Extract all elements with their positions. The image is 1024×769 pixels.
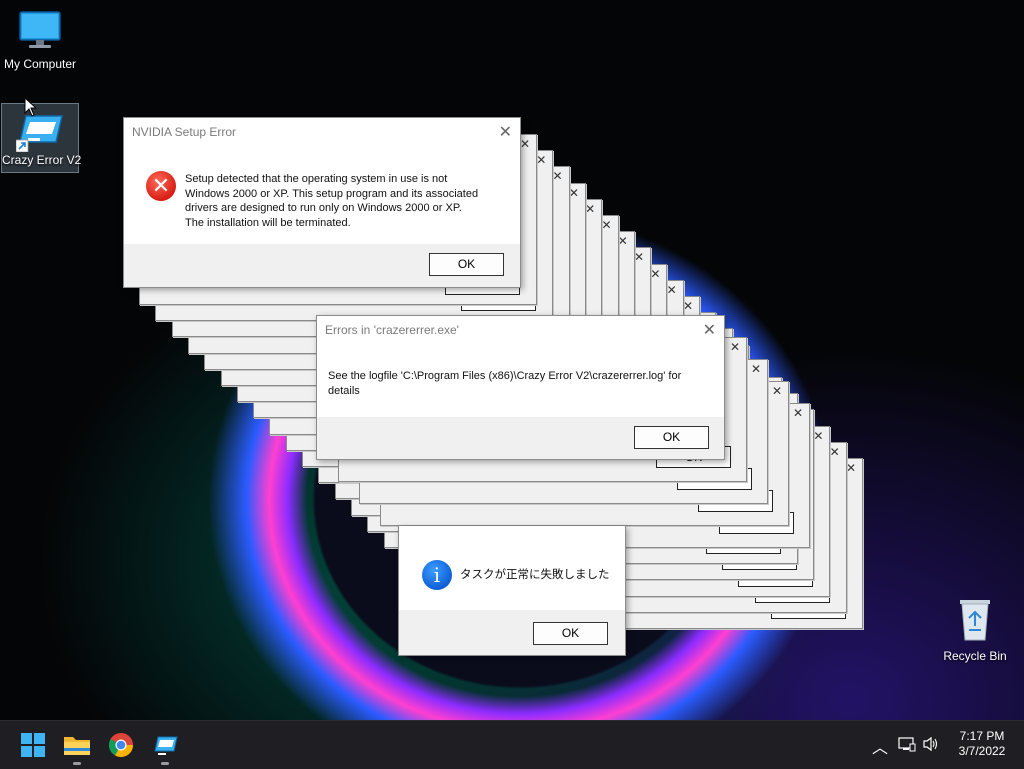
close-button[interactable]: ✕: [585, 202, 595, 216]
close-button[interactable]: ✕: [830, 445, 840, 459]
clock[interactable]: 7:17 PM 3/7/2022: [952, 729, 1012, 759]
desktop-icon-my-computer[interactable]: My Computer: [2, 10, 78, 71]
close-button[interactable]: ✕: [634, 250, 644, 264]
desktop-wallpaper: My Computer Crazy Error V2 Recycle Bin ✕…: [0, 0, 1024, 720]
dialog-message: See the logfile 'C:\Program Files (x86)\…: [328, 369, 713, 398]
dialog-title: NVIDIA Setup Error: [132, 125, 237, 139]
message-line: Setup detected that the operating system…: [185, 173, 448, 185]
desktop-icon-label: Crazy Error V2: [2, 153, 82, 167]
dialog-titlebar[interactable]: Errors in 'crazererrer.exe' ✕: [317, 316, 724, 344]
dialog-body: ✕ Setup detected that the operating syst…: [124, 146, 520, 244]
dialog-message: Setup detected that the operating system…: [185, 172, 478, 230]
app-window-icon: [15, 115, 63, 153]
desktop-icon-recycle-bin[interactable]: Recycle Bin: [937, 596, 1013, 663]
close-button[interactable]: ✕: [499, 122, 512, 142]
file-explorer-button[interactable]: [61, 729, 93, 765]
close-button[interactable]: ✕: [553, 169, 563, 183]
task-failed-dialog[interactable]: i タスクが正常に失敗しました OK: [398, 526, 626, 656]
crazererrer-error-dialog[interactable]: Errors in 'crazererrer.exe' ✕ See the lo…: [316, 315, 725, 460]
error-icon: ✕: [146, 171, 176, 201]
message-line: details: [328, 384, 360, 397]
start-button[interactable]: [17, 729, 49, 761]
info-icon: i: [422, 560, 452, 590]
desktop-icon-label: My Computer: [3, 57, 77, 71]
taskbar: ︿ 7:17 PM 3/7/2022: [0, 720, 1024, 769]
dialog-footer: OK: [317, 417, 724, 458]
dialog-footer: OK: [124, 244, 520, 287]
network-icon[interactable]: [898, 736, 916, 752]
close-button[interactable]: ✕: [650, 267, 660, 281]
chrome-icon: [108, 733, 133, 758]
close-button[interactable]: ✕: [683, 299, 693, 313]
crazy-error-taskbar-button[interactable]: [149, 729, 181, 765]
nvidia-setup-error-dialog[interactable]: NVIDIA Setup Error ✕ ✕ Setup detected th…: [123, 117, 521, 288]
app-window-icon: [154, 736, 178, 755]
recycle-bin-icon: [960, 600, 990, 641]
running-indicator: [161, 762, 169, 765]
close-button[interactable]: ✕: [772, 384, 782, 398]
clock-date: 3/7/2022: [958, 744, 1006, 758]
message-line: The installation will be terminated.: [185, 216, 351, 229]
close-button[interactable]: ✕: [667, 283, 677, 297]
close-button[interactable]: ✕: [846, 461, 856, 475]
ok-button[interactable]: OK: [533, 622, 608, 645]
close-button[interactable]: ✕: [536, 153, 546, 167]
message-line: Windows 2000 or XP. This setup program a…: [185, 187, 479, 200]
ok-button[interactable]: OK: [634, 426, 709, 449]
monitor-icon: [19, 11, 61, 48]
dialog-title: Errors in 'crazererrer.exe': [325, 323, 459, 337]
dialog-message: タスクが正常に失敗しました: [460, 569, 610, 581]
close-button[interactable]: ✕: [813, 429, 823, 443]
ok-button[interactable]: OK: [429, 253, 504, 276]
windows-logo-icon: [21, 733, 45, 757]
mouse-cursor-icon: [24, 97, 38, 117]
chrome-button[interactable]: [105, 729, 137, 761]
close-button[interactable]: ✕: [569, 186, 579, 200]
desktop-icon-crazy-error[interactable]: Crazy Error V2: [1, 103, 82, 173]
dialog-footer: OK: [399, 610, 625, 655]
dialog-titlebar[interactable]: NVIDIA Setup Error ✕: [124, 118, 520, 146]
running-indicator: [73, 762, 81, 765]
close-button[interactable]: ✕: [793, 406, 803, 420]
dialog-body: See the logfile 'C:\Program Files (x86)\…: [317, 344, 724, 417]
desktop-icon-label: Recycle Bin: [943, 649, 1007, 663]
close-button[interactable]: ✕: [601, 218, 611, 232]
close-button[interactable]: ✕: [618, 234, 628, 248]
close-button[interactable]: ✕: [520, 137, 530, 151]
folder-icon: [64, 737, 90, 755]
close-button[interactable]: ✕: [703, 320, 716, 340]
volume-icon[interactable]: [922, 736, 940, 752]
close-button[interactable]: ✕: [730, 340, 740, 354]
message-line: See the logfile 'C:\Program Files (x86)\…: [328, 370, 682, 382]
message-line: drivers are designed to run only on Wind…: [185, 202, 462, 214]
dialog-body: i タスクが正常に失敗しました: [399, 526, 625, 610]
close-button[interactable]: ✕: [751, 362, 761, 376]
clock-time: 7:17 PM: [959, 729, 1005, 743]
chevron-up-icon[interactable]: ︿: [872, 734, 888, 758]
